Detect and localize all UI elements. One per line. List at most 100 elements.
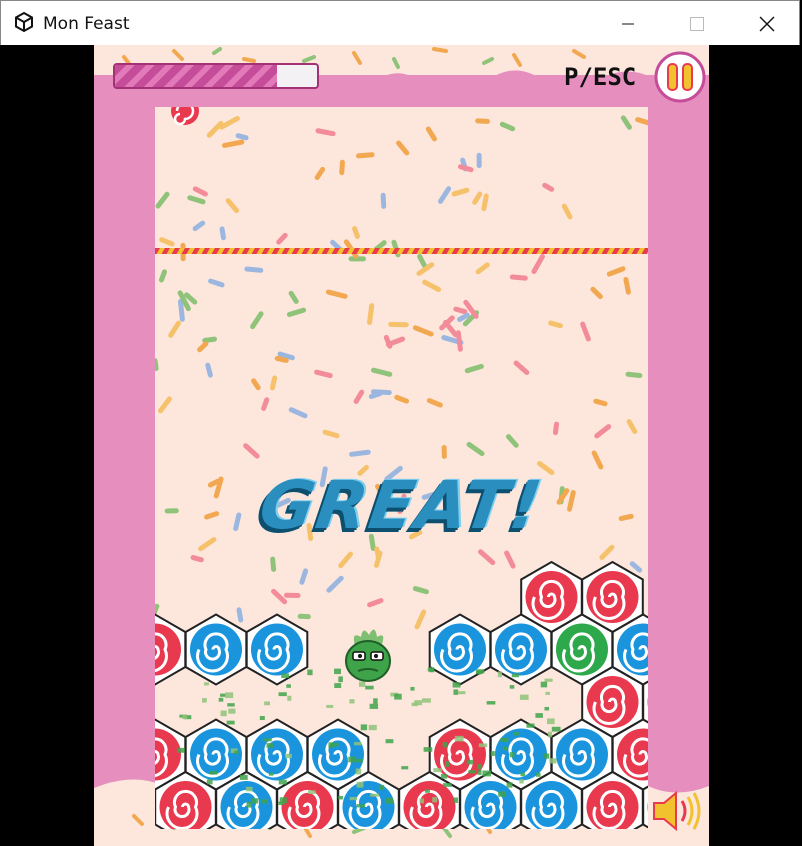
level-progress-fill <box>115 65 277 87</box>
burst-particle <box>328 742 335 748</box>
title-bar: Mon Feast <box>0 0 800 45</box>
close-icon <box>759 16 775 31</box>
burst-particle <box>308 790 316 795</box>
burst-particle <box>176 747 185 753</box>
burst-particle <box>546 718 555 725</box>
burst-particle <box>454 735 464 742</box>
burst-particle <box>370 793 379 797</box>
burst-particle <box>401 766 409 770</box>
burst-particle <box>281 673 290 678</box>
window-title: Mon Feast <box>43 14 130 34</box>
pause-hint: P/ESC <box>564 63 637 91</box>
game-board[interactable]: GREAT! <box>155 107 648 829</box>
burst-particle <box>360 724 368 731</box>
burst-particle <box>218 697 224 702</box>
burst-particle <box>251 798 259 804</box>
burst-particle <box>385 797 394 804</box>
burst-particle <box>246 801 252 808</box>
candy-grid[interactable] <box>155 107 648 829</box>
burst-particle <box>326 704 334 708</box>
candy-blue <box>245 613 309 686</box>
burst-particle <box>542 753 550 759</box>
burst-particle <box>432 797 438 803</box>
burst-particle <box>349 796 357 801</box>
minimize-button[interactable] <box>605 1 651 46</box>
burst-particle <box>262 738 272 742</box>
minimize-icon <box>622 23 634 24</box>
burst-particle <box>373 698 378 704</box>
burst-particle <box>506 782 513 788</box>
burst-particle <box>286 684 291 688</box>
pause-icon[interactable] <box>654 51 706 103</box>
burst-particle <box>378 785 385 790</box>
burst-particle <box>278 692 287 697</box>
burst-particle <box>206 779 213 785</box>
burst-particle <box>500 737 509 742</box>
burst-particle <box>394 693 402 700</box>
burst-particle <box>453 797 458 803</box>
burst-particle <box>452 682 461 688</box>
burst-particle <box>264 701 271 706</box>
level-progress-bar <box>113 63 319 89</box>
burst-particle <box>225 692 234 699</box>
burst-particle <box>502 746 509 751</box>
burst-particle <box>477 763 482 770</box>
burst-particle <box>268 772 274 776</box>
burst-particle <box>278 801 285 806</box>
burst-particle <box>440 774 448 779</box>
burst-particle <box>443 783 452 787</box>
burst-particle <box>547 731 552 738</box>
burst-particle <box>427 667 435 672</box>
burst-particle <box>540 681 548 688</box>
maximize-button[interactable] <box>674 1 720 46</box>
burst-particle <box>338 795 344 800</box>
burst-particle <box>545 691 550 695</box>
speaker-sound-icon[interactable] <box>650 789 704 833</box>
burst-particle <box>259 716 265 721</box>
burst-particle <box>365 685 374 690</box>
burst-particle <box>356 781 364 788</box>
burst-particle <box>498 791 507 797</box>
burst-particle <box>203 682 209 686</box>
burst-particle <box>509 685 515 689</box>
burst-particle <box>551 726 561 732</box>
close-button[interactable] <box>744 1 790 46</box>
burst-particle <box>526 723 535 728</box>
burst-particle <box>423 747 433 752</box>
burst-particle <box>266 743 274 748</box>
burst-particle <box>334 668 341 675</box>
burst-particle <box>536 772 541 777</box>
burst-particle <box>478 743 488 748</box>
burst-particle <box>414 700 423 706</box>
monster-character <box>345 629 391 682</box>
burst-particle <box>410 686 415 691</box>
burst-particle <box>278 779 287 785</box>
burst-particle <box>544 706 550 711</box>
burst-particle <box>477 769 482 775</box>
candy-blue <box>184 613 248 686</box>
burst-particle <box>261 799 268 804</box>
burst-particle <box>349 699 355 704</box>
candy-red <box>155 613 187 686</box>
burst-particle <box>220 710 227 717</box>
burst-particle <box>220 693 226 697</box>
burst-particle <box>444 761 450 767</box>
burst-particle <box>307 669 313 676</box>
burst-particle <box>368 724 377 731</box>
game-area[interactable]: P/ESC M GREAT! <box>94 45 709 846</box>
burst-particle <box>354 741 362 746</box>
burst-particle <box>356 758 363 763</box>
burst-particle <box>209 770 218 775</box>
burst-particle <box>544 678 553 682</box>
burst-particle <box>202 698 207 703</box>
burst-particle <box>228 708 236 714</box>
burst-particle <box>355 768 362 775</box>
burst-particle <box>369 703 379 709</box>
burst-particle <box>513 732 519 736</box>
burst-particle <box>490 751 495 756</box>
burst-particle <box>239 774 248 780</box>
burst-particle <box>226 720 235 725</box>
burst-particle <box>419 798 424 804</box>
burst-particle <box>182 714 188 720</box>
burst-particle <box>549 758 557 764</box>
